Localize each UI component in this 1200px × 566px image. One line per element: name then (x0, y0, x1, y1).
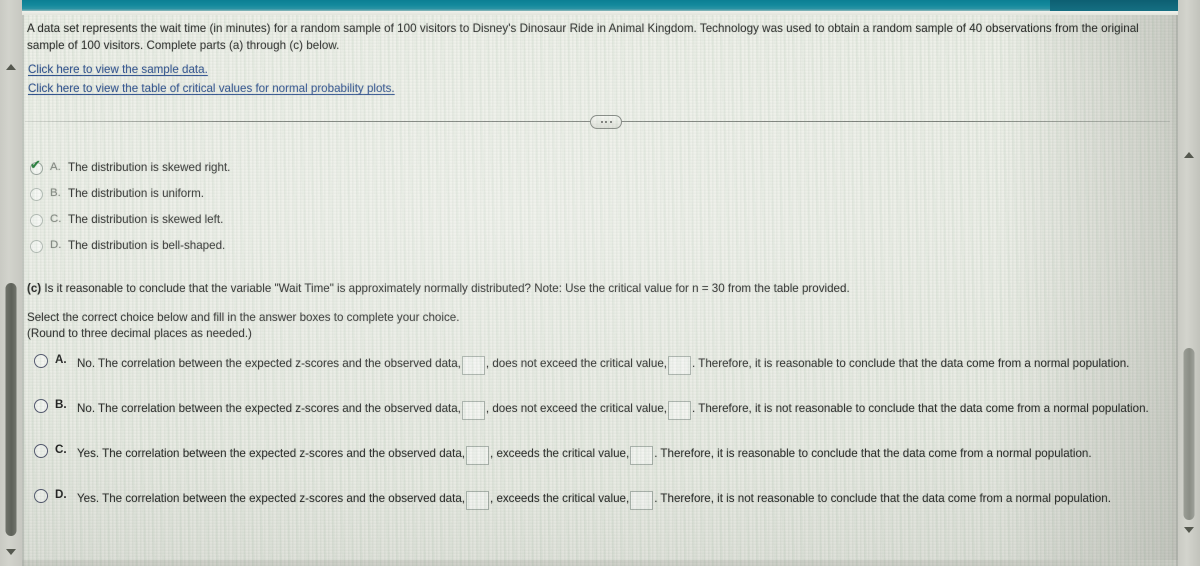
option-c-letter: C. (50, 213, 62, 225)
instruction-line-2: (Round to three decimal places as needed… (27, 326, 252, 340)
choice-d[interactable]: D. Yes. The correlation between the expe… (34, 487, 1174, 510)
answer-box-a2[interactable] (668, 356, 692, 375)
right-scrollbar-thumb[interactable] (1183, 348, 1195, 520)
check-icon-a: ✔ (30, 157, 41, 172)
link-sample-data[interactable]: Click here to view the sample data. (28, 60, 208, 79)
option-a-label: The distribution is skewed right. (68, 161, 231, 174)
choice-c-letter: C. (55, 443, 67, 456)
option-c-label: The distribution is skewed left. (68, 213, 224, 226)
part-c-instructions: Select the correct choice below and fill… (27, 310, 727, 341)
choice-a[interactable]: A. No. The correlation between the expec… (34, 352, 1174, 375)
link-critical-values[interactable]: Click here to view the table of critical… (28, 79, 395, 98)
choice-d-seg3: . Therefore, it is not reasonable to con… (654, 492, 1111, 505)
choice-c-seg3: . Therefore, it is reasonable to conclud… (654, 447, 1092, 460)
part-c-question-text: Is it reasonable to conclude that the va… (44, 282, 850, 295)
answer-box-b1[interactable] (461, 401, 485, 420)
answer-box-a1[interactable] (461, 356, 485, 375)
radio-icon-choice-c[interactable] (34, 444, 48, 458)
problem-content: A data set represents the wait time (in … (0, 0, 1200, 566)
answer-box-c2[interactable] (630, 446, 654, 465)
part-c-choices: A. No. The correlation between the expec… (34, 352, 1174, 532)
choice-a-seg1: No. The correlation between the expected… (77, 357, 461, 370)
option-b[interactable]: B. The distribution is uniform. (30, 187, 550, 213)
part-c-label: (c) (27, 282, 42, 295)
radio-icon-b[interactable] (30, 188, 43, 201)
instruction-line-1: Select the correct choice below and fill… (27, 311, 460, 324)
left-scroll-up-arrow-icon[interactable] (6, 64, 16, 70)
option-b-letter: B. (50, 187, 61, 199)
radio-icon-c[interactable] (30, 214, 43, 227)
choice-b-seg3: . Therefore, it is not reasonable to con… (692, 402, 1149, 415)
choice-a-letter: A. (55, 353, 67, 366)
resource-links: Click here to view the sample data. Clic… (28, 60, 395, 98)
right-scroll-down-arrow-icon[interactable] (1184, 527, 1194, 533)
choice-b[interactable]: B. No. The correlation between the expec… (34, 397, 1174, 420)
choice-d-seg1: Yes. The correlation between the expecte… (77, 492, 465, 505)
choice-b-seg2: , does not exceed the critical value, (485, 402, 668, 415)
right-scrollbar[interactable] (1178, 0, 1200, 566)
choice-d-body: Yes. The correlation between the expecte… (77, 487, 1111, 510)
more-options-icon[interactable] (590, 115, 622, 129)
choice-c-seg2: , exceeds the critical value, (490, 447, 630, 460)
answer-box-c1[interactable] (466, 446, 489, 465)
screen-photo: A data set represents the wait time (in … (0, 0, 1200, 566)
option-d[interactable]: D. The distribution is bell-shaped. (30, 239, 550, 265)
option-c[interactable]: C. The distribution is skewed left. (30, 213, 550, 239)
option-d-letter: D. (50, 239, 62, 251)
left-scroll-down-arrow-icon[interactable] (6, 549, 16, 555)
left-scrollbar[interactable] (0, 0, 22, 566)
part-b-options: ✔ A. The distribution is skewed right. B… (30, 158, 550, 265)
choice-c[interactable]: C. Yes. The correlation between the expe… (34, 442, 1174, 465)
left-scrollbar-thumb[interactable] (5, 283, 17, 536)
option-a[interactable]: ✔ A. The distribution is skewed right. (30, 158, 550, 187)
answer-box-b2[interactable] (668, 401, 692, 420)
window-title-band (0, 0, 1200, 11)
choice-c-seg1: Yes. The correlation between the expecte… (77, 447, 465, 460)
choice-d-letter: D. (55, 488, 67, 501)
choice-b-seg1: No. The correlation between the expected… (77, 402, 461, 415)
choice-b-body: No. The correlation between the expected… (77, 397, 1149, 420)
right-scroll-up-arrow-icon[interactable] (1184, 152, 1194, 158)
choice-a-seg3: . Therefore, it is reasonable to conclud… (692, 357, 1130, 370)
page-left-edge (22, 0, 24, 566)
choice-a-seg2: , does not exceed the critical value, (485, 357, 668, 370)
problem-statement: A data set represents the wait time (in … (27, 22, 1139, 52)
radio-icon-choice-d[interactable] (34, 489, 48, 503)
answer-box-d2[interactable] (630, 491, 654, 510)
choice-b-letter: B. (55, 398, 67, 411)
option-d-label: The distribution is bell-shaped. (68, 239, 226, 252)
radio-icon-d[interactable] (30, 240, 43, 253)
choice-c-body: Yes. The correlation between the expecte… (77, 442, 1092, 465)
answer-box-d1[interactable] (466, 491, 489, 510)
choice-d-seg2: , exceeds the critical value, (490, 492, 630, 505)
radio-icon-a[interactable]: ✔ (30, 158, 43, 175)
radio-icon-choice-a[interactable] (34, 354, 48, 368)
radio-icon-choice-b[interactable] (34, 399, 48, 413)
option-a-letter: A. (50, 161, 61, 173)
part-c-question: (c) Is it reasonable to conclude that th… (27, 281, 1027, 297)
option-b-label: The distribution is uniform. (68, 187, 204, 200)
choice-a-body: No. The correlation between the expected… (77, 352, 1129, 375)
